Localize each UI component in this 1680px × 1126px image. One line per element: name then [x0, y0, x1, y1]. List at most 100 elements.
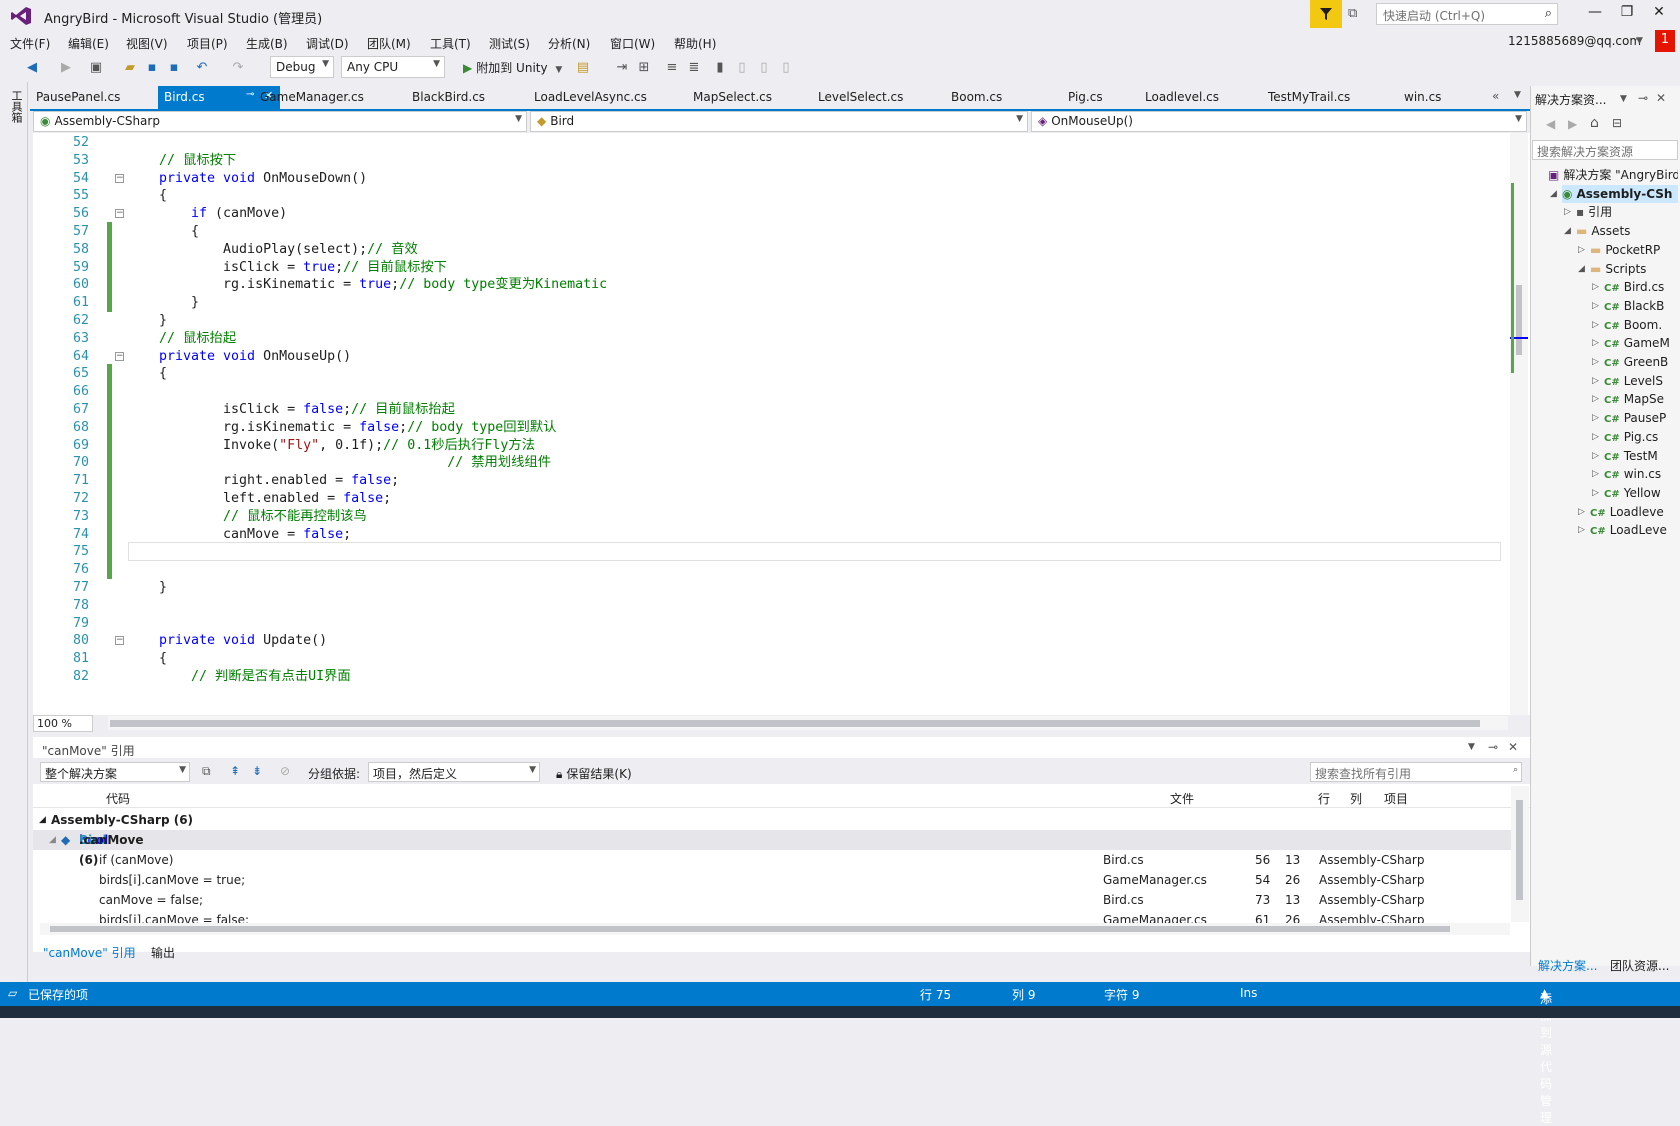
editor-horizontal-scrollbar[interactable]: [108, 716, 1508, 730]
close-window-button[interactable]: ✕: [1644, 4, 1674, 26]
expand-icon[interactable]: ▷: [1592, 447, 1599, 465]
code-line[interactable]: 62}: [33, 311, 1513, 330]
menu-build[interactable]: 生成(B): [246, 35, 288, 52]
search-references-input[interactable]: 搜索查找所有引用 ⌕: [1310, 762, 1522, 782]
code-line[interactable]: 70 // 禁用划线组件: [33, 453, 1513, 473]
new-project-icon[interactable]: ▣: [88, 60, 104, 76]
menu-edit[interactable]: 编辑(E): [68, 35, 109, 52]
tab-mapselect[interactable]: MapSelect.cs: [687, 86, 778, 109]
solution-tree-item[interactable]: ▷ C# GreenB: [1592, 353, 1678, 371]
solution-tree-item[interactable]: ▷ C# BlackB: [1592, 297, 1678, 315]
notification-badge[interactable]: 1: [1655, 30, 1675, 52]
save-icon[interactable]: ▪: [144, 60, 160, 76]
keep-results-button[interactable]: 🔒︎ 保留结果(K): [556, 765, 632, 782]
code-line[interactable]: 76: [33, 560, 1513, 580]
step-icon[interactable]: ⇥: [614, 60, 630, 76]
code-line[interactable]: 80 − private void Update(): [33, 631, 1513, 650]
undo-icon[interactable]: ↶: [194, 60, 210, 76]
expand-icon[interactable]: ◢: [49, 830, 56, 850]
expand-icon[interactable]: ▷: [1592, 428, 1599, 446]
code-line[interactable]: 81 {: [33, 649, 1513, 668]
solution-tree-item[interactable]: ▷ ▬ PocketRP: [1578, 241, 1678, 259]
collapse-icon[interactable]: −: [115, 209, 124, 219]
menu-help[interactable]: 帮助(H): [674, 35, 716, 52]
expand-icon[interactable]: ▷: [1592, 316, 1599, 334]
tab-overflow-icon[interactable]: ▼: [1514, 90, 1521, 100]
tab-boom[interactable]: Boom.cs: [945, 86, 1008, 109]
tab-loadlevel[interactable]: Loadlevel.cs: [1139, 86, 1225, 109]
menu-test[interactable]: 测试(S): [489, 35, 530, 52]
code-line[interactable]: 78: [33, 596, 1513, 615]
expand-icon[interactable]: ▷: [1578, 503, 1585, 521]
class-nav-select[interactable]: ◆ Bird ▼: [530, 111, 1028, 132]
editor-vertical-scrollbar[interactable]: [1510, 133, 1528, 715]
solution-tree-item[interactable]: ▷ C# LevelS: [1592, 372, 1678, 390]
save-all-icon[interactable]: ▪: [166, 60, 182, 76]
code-line[interactable]: 74 canMove = false;: [33, 524, 1513, 544]
forward-icon[interactable]: ▶: [58, 60, 74, 76]
expand-icon[interactable]: ▷: [1578, 521, 1585, 539]
menu-file[interactable]: 文件(F): [10, 35, 50, 52]
code-line[interactable]: 60 rg.isKinematic = true;// body type变更为…: [33, 275, 1513, 295]
column-file[interactable]: 文件: [1170, 790, 1194, 807]
collapse-icon[interactable]: ◢: [1550, 185, 1557, 203]
solution-tree-item[interactable]: ▷ ▪ 引用: [1564, 203, 1678, 221]
back-icon[interactable]: ◀: [24, 60, 40, 76]
column-code[interactable]: 代码: [106, 790, 130, 807]
tab-gamemanager[interactable]: GameManager.cs: [254, 86, 370, 109]
scroll-tabs-icon[interactable]: «: [1492, 89, 1499, 103]
expand-icon[interactable]: ▷: [1592, 390, 1599, 408]
code-line[interactable]: 58 AudioPlay(select);// 音效: [33, 239, 1513, 259]
code-line[interactable]: 54 − private void OnMouseDown(): [33, 169, 1513, 188]
notification-filter-icon[interactable]: [1310, 0, 1342, 28]
tab-references[interactable]: "canMove" 引用: [43, 944, 136, 961]
code-line[interactable]: 73 // 鼠标不能再控制该鸟: [33, 506, 1513, 526]
reference-row[interactable]: canMove = false; Bird.cs 73 13 Assembly-CSha…: [33, 890, 1511, 910]
code-line[interactable]: 63 // 鼠标抬起: [33, 329, 1513, 348]
expand-icon[interactable]: ▷: [1592, 353, 1599, 371]
menu-project[interactable]: 项目(P): [187, 35, 228, 52]
expand-icon[interactable]: ▷: [1592, 297, 1599, 315]
solution-tree-item[interactable]: ▷ C# MapSe: [1592, 390, 1678, 408]
code-line[interactable]: 53 // 鼠标按下: [33, 151, 1513, 170]
code-line[interactable]: 77}: [33, 578, 1513, 597]
references-group-row[interactable]: ◢ Assembly-CSharp (6): [33, 810, 1511, 830]
panel-menu-icon[interactable]: ▼: [1468, 742, 1475, 752]
panel-menu-icon[interactable]: ▼: [1620, 94, 1627, 104]
code-line[interactable]: 79: [33, 614, 1513, 633]
reference-row[interactable]: if (canMove) Bird.cs 56 13 Assembly-CSharp: [33, 850, 1511, 870]
clear-filter-icon[interactable]: ⊘: [280, 764, 290, 778]
expand-all-icon[interactable]: ⇟: [252, 764, 262, 778]
home-icon[interactable]: ⌂: [1590, 115, 1599, 131]
code-line[interactable]: 52: [33, 133, 1513, 152]
comment-icon[interactable]: ≡: [664, 60, 680, 76]
solution-tree-item[interactable]: ▷ C# PauseP: [1592, 409, 1678, 427]
close-panel-icon[interactable]: ✕: [1656, 91, 1666, 105]
collapse-icon[interactable]: −: [115, 636, 124, 646]
collapse-all-icon[interactable]: ⇞: [230, 764, 240, 778]
attach-unity-button[interactable]: ▶ 附加到 Unity ▼: [463, 59, 562, 76]
platform-select[interactable]: Any CPU ▼: [341, 56, 445, 78]
expand-icon[interactable]: ▷: [1592, 372, 1599, 390]
source-control-button[interactable]: ↑ 添加到源代码管理 ▲: [1540, 986, 1552, 1125]
menu-team[interactable]: 团队(M): [367, 35, 411, 52]
tab-blackbird[interactable]: BlackBird.cs: [406, 86, 491, 109]
pin-icon[interactable]: ⊸: [1638, 91, 1648, 105]
column-line[interactable]: 行: [1318, 790, 1330, 807]
uncomment-icon[interactable]: ≣: [686, 60, 702, 76]
collapse-icon[interactable]: ◢: [1564, 222, 1571, 240]
solution-tree-item[interactable]: ▷ C# LoadLeve: [1578, 521, 1678, 539]
project-nav-select[interactable]: ◉ Assembly-CSharp ▼: [33, 111, 527, 132]
definition-row[interactable]: ◢ ◆ bool Bird .canMove (6): [33, 830, 1511, 867]
code-line[interactable]: 65 {: [33, 364, 1513, 384]
menu-debug[interactable]: 调试(D): [306, 35, 349, 52]
scroll-thumb[interactable]: [1516, 800, 1523, 900]
solution-tree-item[interactable]: ◢ ◉ Assembly-CSh: [1550, 184, 1678, 203]
redo-icon[interactable]: ↷: [230, 60, 246, 76]
code-line[interactable]: 69 Invoke("Fly", 0.1f);// 0.1秒后执行Fly方法: [33, 435, 1513, 455]
menu-window[interactable]: 窗口(W): [610, 35, 655, 52]
tab-team-explorer[interactable]: 团队资源...: [1610, 957, 1669, 974]
scroll-thumb[interactable]: [1516, 285, 1522, 355]
switch-views-icon[interactable]: ⊟: [1612, 116, 1622, 130]
solution-tree-item[interactable]: ▷ C# Bird.cs: [1592, 278, 1678, 296]
